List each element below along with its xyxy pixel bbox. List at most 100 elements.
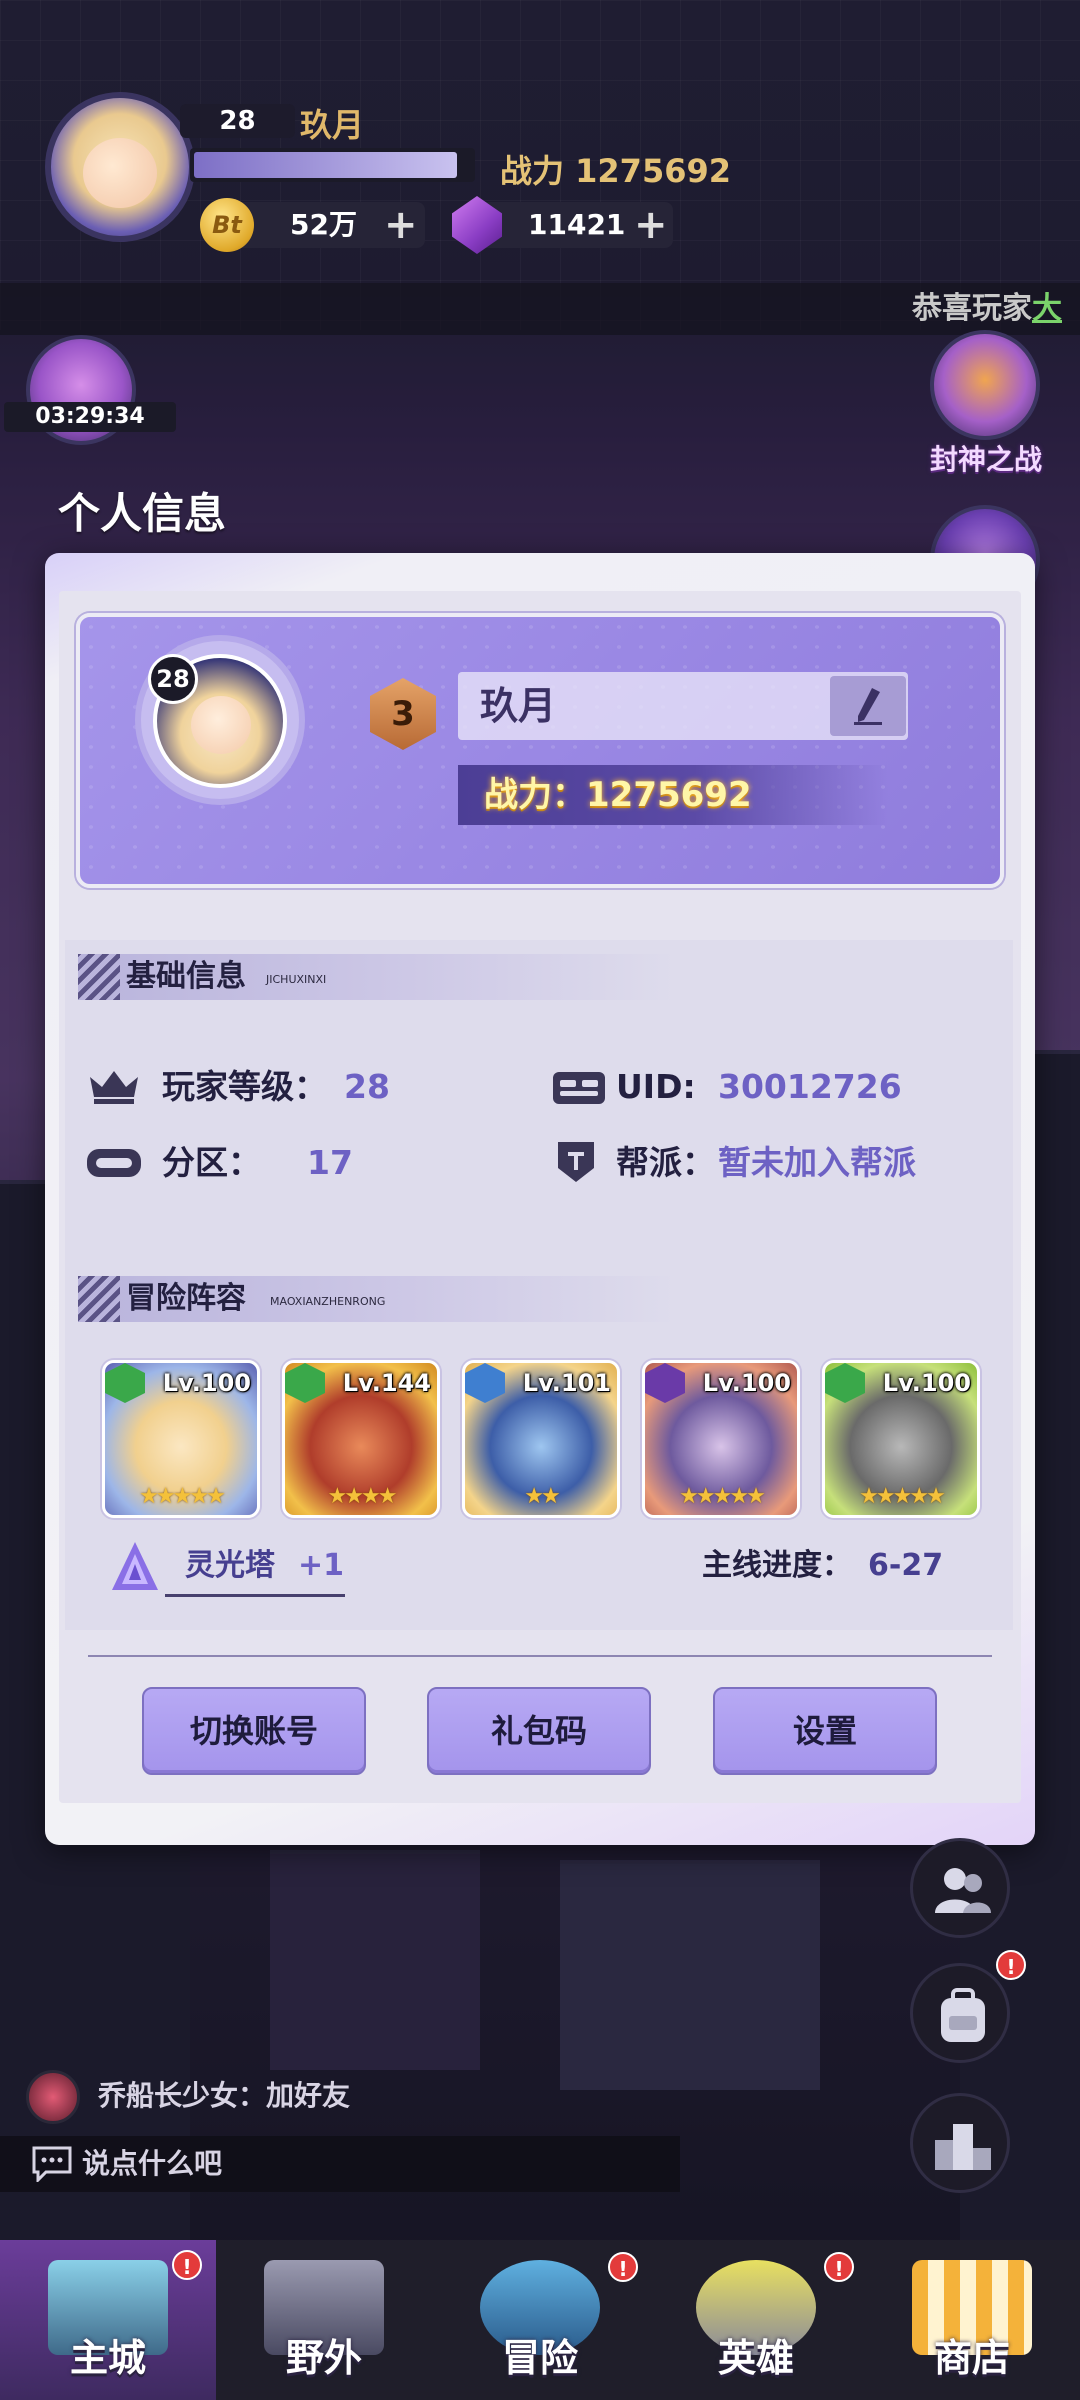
profile-name: 玖月 — [480, 684, 557, 728]
star-icon: ★ — [377, 1484, 398, 1509]
main-progress-label: 主线进度： — [702, 1548, 852, 1583]
nav-label: 商店 — [933, 2336, 1010, 2380]
basic-info-subtitle: JICHUXINXI — [266, 973, 327, 986]
star-icon: ★ — [909, 1484, 929, 1509]
coin-amount: 52万 — [290, 208, 357, 241]
nav-label: 冒险 — [501, 2336, 578, 2380]
basic-info-title: 基础信息 — [126, 959, 246, 994]
star-icon: ★ — [524, 1484, 544, 1509]
nav-main-city[interactable]: 主城 ! — [0, 2240, 216, 2400]
modal-title: 个人信息 — [58, 489, 227, 538]
chat-input-placeholder: 说点什么吧 — [82, 2147, 223, 2180]
hero-level: Lv.144 — [342, 1369, 431, 1397]
exp-bar-fill — [194, 152, 458, 178]
backpack-icon — [941, 1988, 985, 2042]
zone-value: 17 — [307, 1143, 353, 1182]
star-icon: ★ — [172, 1484, 193, 1509]
notification-badge: ! — [172, 2250, 202, 2280]
star-icon: ★ — [541, 1484, 561, 1509]
notification-badge: ! — [608, 2252, 638, 2282]
divider — [88, 1655, 992, 1657]
star-icon: ★ — [729, 1484, 749, 1509]
star-icon: ★ — [344, 1484, 364, 1509]
hero-card[interactable]: Lv.100 ★★★★★ — [642, 1360, 800, 1518]
profile-power: 战力：1275692 — [484, 775, 752, 815]
hero-level: Lv.100 — [702, 1369, 791, 1397]
hero-card[interactable]: Lv.144 ★★★★ — [282, 1360, 440, 1518]
player-level-badge: 28 — [180, 104, 295, 138]
id-card-icon — [553, 1072, 605, 1104]
player-name: 玖月 — [300, 106, 365, 144]
chat-message[interactable]: 乔船长少女：加好友 — [98, 2072, 350, 2120]
tower-icon — [112, 1542, 158, 1590]
player-avatar[interactable] — [45, 92, 195, 242]
star-icon: ★ — [189, 1484, 209, 1509]
star-icon: ★ — [712, 1484, 733, 1509]
star-icon: ★ — [139, 1484, 159, 1509]
guild-shield-icon — [558, 1142, 594, 1182]
hero-card[interactable]: Lv.101 ★★ — [462, 1360, 620, 1518]
gift-code-button[interactable]: 礼包码 — [427, 1687, 651, 1775]
uid-value[interactable]: 30012726 — [718, 1062, 902, 1112]
settings-button[interactable]: 设置 — [713, 1687, 937, 1775]
lineup-subtitle: MAOXIANZHENRONG — [270, 1295, 386, 1308]
server-icon — [87, 1149, 141, 1177]
star-icon: ★ — [926, 1484, 946, 1509]
hero-card[interactable]: Lv.100 ★★★★★ — [822, 1360, 980, 1518]
star-icon: ★ — [155, 1484, 176, 1509]
friends-button[interactable] — [910, 1838, 1010, 1938]
exp-bar — [190, 148, 475, 182]
guild-label: 帮派： — [616, 1143, 715, 1182]
podium-icon — [935, 2124, 991, 2170]
combat-power: 战力 1275692 — [500, 152, 732, 190]
player-level-value: 28 — [344, 1067, 390, 1106]
star-icon: ★ — [695, 1484, 716, 1509]
star-icon: ★ — [679, 1484, 699, 1509]
ticker-prefix: 恭喜玩家 — [912, 291, 1032, 326]
add-gems-button[interactable]: + — [634, 205, 668, 245]
hero-stars: ★★★★ — [285, 1484, 437, 1509]
lineup-title: 冒险阵容 — [126, 1281, 246, 1316]
fengshen-event-label: 封神之战 — [930, 443, 1043, 476]
coin-icon: Bt — [200, 198, 254, 252]
uid-label: UID: — [616, 1067, 696, 1106]
pencil-icon — [854, 688, 882, 725]
main-progress-value: 6-27 — [868, 1548, 944, 1583]
tower-underline — [165, 1594, 345, 1597]
chat-avatar — [26, 2070, 80, 2124]
fengshen-event-icon[interactable] — [930, 330, 1040, 440]
nav-wild[interactable]: 野外 — [216, 2240, 432, 2400]
zone-label: 分区： — [162, 1143, 261, 1182]
profile-level-badge: 28 — [148, 654, 198, 704]
add-coins-button[interactable]: + — [384, 205, 418, 245]
star-icon: ★ — [892, 1484, 913, 1509]
hero-level: Lv.101 — [522, 1369, 611, 1397]
ticker-text: 恭喜玩家大 — [912, 283, 1062, 335]
tower-value: +1 — [298, 1548, 345, 1583]
edit-name-button[interactable] — [830, 676, 906, 736]
hero-level: Lv.100 — [882, 1369, 971, 1397]
nav-heroes[interactable]: 英雄 ! — [648, 2240, 864, 2400]
backpack-button[interactable] — [910, 1963, 1010, 2063]
event-timer: 03:29:34 — [4, 402, 176, 432]
notification-badge: ! — [996, 1950, 1026, 1980]
star-icon: ★ — [859, 1484, 879, 1509]
nav-shop[interactable]: 商店 — [864, 2240, 1080, 2400]
nav-label: 英雄 — [717, 2336, 794, 2380]
chat-bubble-icon — [32, 2146, 72, 2182]
ticker-highlight: 大 — [1032, 291, 1062, 326]
star-icon: ★ — [875, 1484, 896, 1509]
guild-value: 暂未加入帮派 — [718, 1143, 916, 1182]
star-icon: ★ — [361, 1484, 381, 1509]
hero-level: Lv.100 — [162, 1369, 251, 1397]
hero-stars: ★★ — [465, 1484, 617, 1509]
crown-icon — [90, 1071, 138, 1104]
hero-card[interactable]: Lv.100 ★★★★★ — [102, 1360, 260, 1518]
hero-stars: ★★★★★ — [825, 1484, 977, 1509]
notification-badge: ! — [824, 2252, 854, 2282]
tower-label: 灵光塔 — [185, 1548, 275, 1583]
nav-adventure[interactable]: 冒险 ! — [432, 2240, 648, 2400]
switch-account-button[interactable]: 切换账号 — [142, 1687, 366, 1775]
ranking-button[interactable] — [910, 2093, 1010, 2193]
friends-icon — [935, 1868, 991, 1913]
